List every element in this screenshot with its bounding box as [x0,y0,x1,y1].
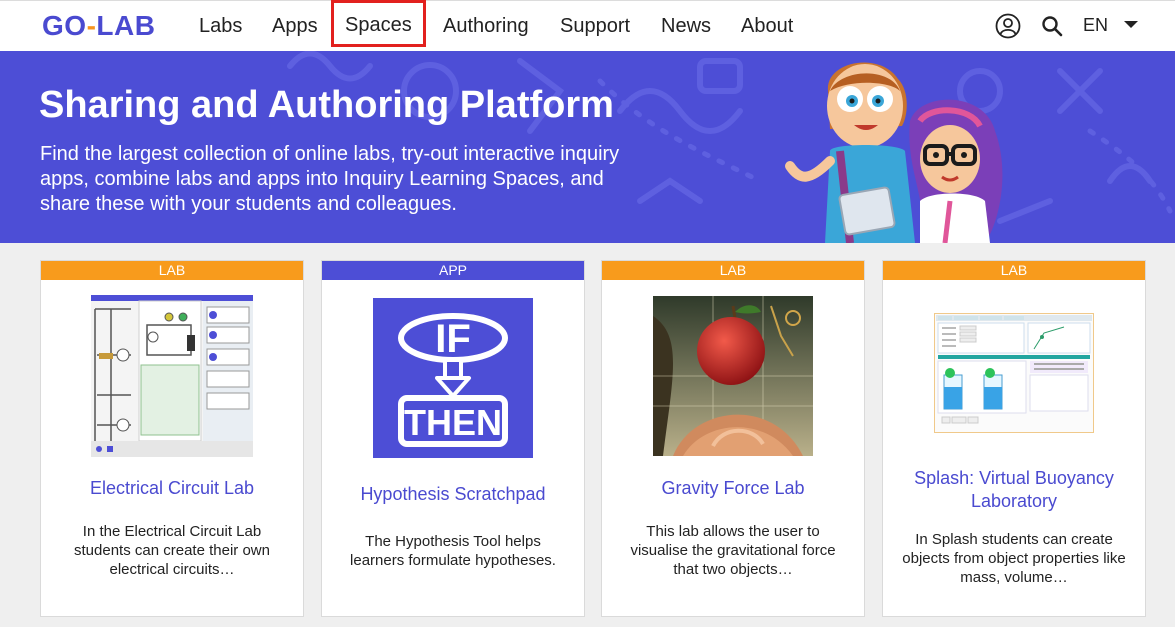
nav-labs[interactable]: Labs [199,14,242,38]
hero-title: Sharing and Authoring Platform [39,84,614,126]
card-title[interactable]: Gravity Force Lab [612,477,854,500]
user-icon[interactable] [995,13,1021,44]
thumb-then-text: THEN [404,402,502,443]
students-illustration [785,62,1003,243]
card-gravity-force-lab[interactable]: LAB Gravity Force Lab This lab allows th… [601,260,865,617]
card-tag: LAB [41,261,303,280]
card-title[interactable]: Electrical Circuit Lab [51,477,293,500]
splash-buoyancy-thumbnail[interactable] [934,313,1094,433]
card-description: This lab allows the user to visualise th… [630,523,836,578]
card-description: The Hypothesis Tool helps learners formu… [350,533,556,569]
electrical-circuit-thumbnail[interactable] [91,295,253,457]
nav-spaces[interactable]: Spaces [331,0,426,47]
if-then-thumbnail[interactable]: IF THEN [373,298,533,458]
logo-lab: LAB [96,10,156,41]
card-tag: APP [322,261,584,280]
search-icon[interactable] [1041,15,1063,42]
thumb-if-text: IF [435,317,471,361]
card-description: In Splash students can create objects fr… [902,531,1126,586]
nav-news[interactable]: News [661,14,711,38]
card-electrical-circuit-lab[interactable]: LAB Electrical Circuit Lab In the Electr… [40,260,304,617]
nav-support[interactable]: Support [560,14,630,38]
card-splash-buoyancy-lab[interactable]: LAB Splash: Virtual Buoyancy Laboratory … [882,260,1146,617]
logo-dash: - [86,10,97,41]
hero-banner: Sharing and Authoring Platform Find the … [0,51,1175,243]
top-nav: GO-LAB Labs Apps Spaces Authoring Suppor… [0,0,1175,51]
card-title[interactable]: Splash: Virtual Buoyancy Laboratory [893,467,1135,513]
nav-about[interactable]: About [741,14,793,38]
golab-logo[interactable]: GO-LAB [42,10,155,42]
chevron-down-icon[interactable] [1124,21,1138,28]
card-tag: LAB [602,261,864,280]
hero-description: Find the largest collection of online la… [40,143,620,215]
gravity-force-thumbnail[interactable] [653,296,813,456]
page: GO-LAB Labs Apps Spaces Authoring Suppor… [0,0,1175,627]
language-selector[interactable]: EN [1083,13,1108,37]
card-hypothesis-scratchpad[interactable]: APP IF THEN Hypothesis Scratchpad The Hy… [321,260,585,617]
card-description: In the Electrical Circuit Lab students c… [74,523,270,578]
nav-authoring[interactable]: Authoring [443,14,529,38]
nav-apps[interactable]: Apps [272,14,318,38]
card-title[interactable]: Hypothesis Scratchpad [332,483,574,506]
logo-go: GO [42,10,87,41]
card-tag: LAB [883,261,1145,280]
